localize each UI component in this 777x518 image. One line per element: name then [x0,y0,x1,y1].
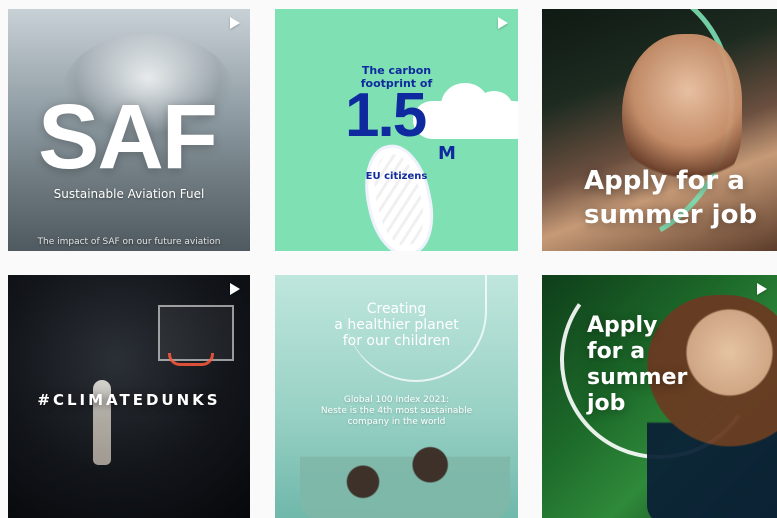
climatedunks-headline: #CLIMATEDUNKS [37,391,221,409]
cloud-graphic [413,83,518,139]
carbon-big-suffix: M [438,143,456,164]
footprint-graphic [356,138,442,251]
post-healthier-planet[interactable]: Creating a healthier planet for our chil… [275,275,518,518]
apply-headline-1: Apply for a summer job [584,166,758,230]
family-photo [300,435,510,518]
carbon-big-number: 1.5 [345,81,427,150]
play-icon [230,17,240,29]
saf-caption: The impact of SAF on our future aviation [37,237,221,247]
apply-headline-2: Apply for a summer job [587,313,688,416]
post-apply-summer-job-1[interactable]: Apply for a summer job [542,9,777,251]
post-carbon-footprint[interactable]: The carbon footprint of 1.5 M EU citizen… [275,9,518,251]
post-saf[interactable]: SAF Sustainable Aviation Fuel The impact… [8,9,250,251]
post-climatedunks[interactable]: #CLIMATEDUNKS [8,275,250,518]
play-icon [498,17,508,29]
healthier-planet-title: Creating a healthier planet for our chil… [334,301,459,349]
carbon-bottom-text: EU citizens [365,171,428,182]
play-icon [230,283,240,295]
play-icon [757,283,767,295]
saf-headline: SAF [38,86,218,188]
healthier-planet-body: Global 100 Index 2021: Neste is the 4th … [320,395,473,427]
saf-subtitle: Sustainable Aviation Fuel [53,187,205,201]
basketball-rim [168,353,214,366]
instagram-grid: SAF Sustainable Aviation Fuel The impact… [0,0,777,518]
post-apply-summer-job-2[interactable]: Apply for a summer job [542,275,777,518]
